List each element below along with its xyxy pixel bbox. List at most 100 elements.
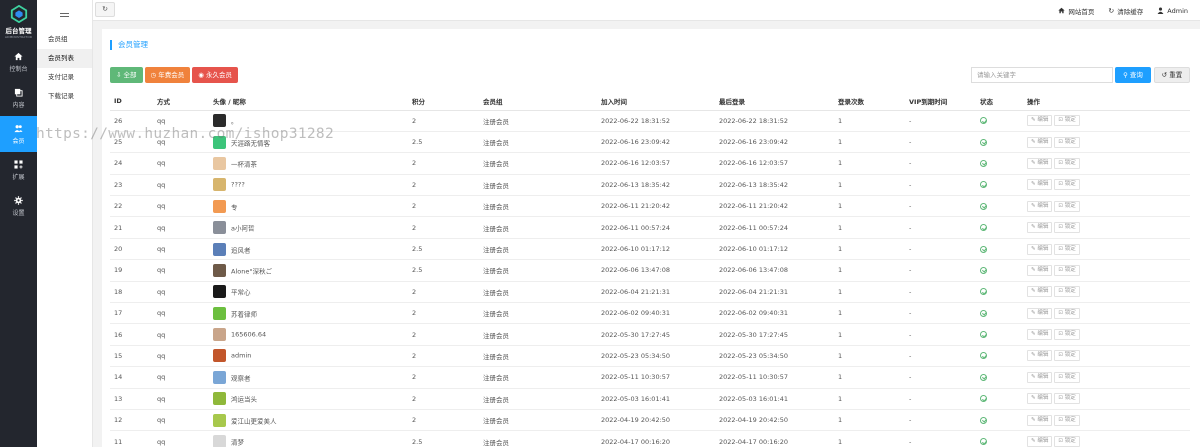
lock-button[interactable]: ⊡ 锁定 (1054, 157, 1080, 169)
avatar (213, 242, 226, 256)
lock-icon: ⊡ (1058, 416, 1063, 423)
lock-label: 锁定 (1064, 395, 1076, 402)
cell-points: 2 (408, 409, 479, 432)
edit-button[interactable]: ✎ 编辑 (1027, 393, 1053, 405)
lock-button[interactable]: ⊡ 锁定 (1054, 222, 1080, 234)
filter-annual-button[interactable]: ◷ 年费会员 (144, 67, 191, 83)
edit-label: 编辑 (1037, 266, 1049, 273)
edit-button[interactable]: ✎ 编辑 (1027, 329, 1053, 341)
edit-button[interactable]: ✎ 编辑 (1027, 371, 1053, 383)
pencil-icon: ✎ (1031, 181, 1036, 188)
lock-button[interactable]: ⊡ 锁定 (1054, 115, 1080, 127)
edit-button[interactable]: ✎ 编辑 (1027, 136, 1053, 148)
edit-button[interactable]: ✎ 编辑 (1027, 222, 1053, 234)
status-ok-icon (980, 117, 987, 125)
cell-nick: 165606.64 (231, 330, 267, 339)
rail-item-members[interactable]: 会员 (0, 116, 37, 152)
cell-last-login: 2022-05-03 16:01:41 (715, 388, 834, 410)
status-ok-icon (980, 309, 987, 317)
clear-cache-link[interactable]: ↻ 清除缓存 (1108, 6, 1143, 16)
edit-button[interactable]: ✎ 编辑 (1027, 200, 1053, 212)
cell-status (976, 345, 1023, 368)
cell-login-count: 1 (834, 409, 905, 432)
subnav-item-payment-records[interactable]: 支付记录 (37, 68, 92, 87)
cell-actions: ✎ 编辑 ⊡ 锁定 (1023, 323, 1190, 346)
filter-annual-label: 年费会员 (158, 71, 185, 79)
shield-icon: ◉ (198, 71, 204, 79)
subnav-item-member-groups[interactable]: 会员组 (37, 30, 92, 49)
avatar (213, 349, 226, 363)
cell-actions: ✎ 编辑 ⊡ 锁定 (1023, 302, 1190, 325)
lock-button[interactable]: ⊡ 锁定 (1054, 243, 1080, 255)
subnav-item-download-records[interactable]: 下载记录 (37, 87, 92, 106)
lock-button[interactable]: ⊡ 锁定 (1054, 436, 1080, 447)
lock-button[interactable]: ⊡ 锁定 (1054, 179, 1080, 191)
cell-login-count: 1 (834, 110, 905, 132)
edit-button[interactable]: ✎ 编辑 (1027, 115, 1053, 127)
edit-button[interactable]: ✎ 编辑 (1027, 264, 1053, 276)
rail-item-console[interactable]: 控制台 (0, 44, 37, 80)
edit-button[interactable]: ✎ 编辑 (1027, 414, 1053, 426)
cell-group: 注册会员 (479, 430, 597, 447)
refresh-button[interactable]: ↻ (95, 2, 115, 17)
rail-item-content[interactable]: 内容 (0, 80, 37, 116)
lock-button[interactable]: ⊡ 锁定 (1054, 286, 1080, 298)
rail-item-label: 设置 (12, 209, 25, 217)
edit-button[interactable]: ✎ 编辑 (1027, 307, 1053, 319)
edit-button[interactable]: ✎ 编辑 (1027, 243, 1053, 255)
cell-nick: 爱江山更爱美人 (231, 417, 277, 426)
edit-label: 编辑 (1037, 309, 1049, 316)
cell-vip-expiry: - (905, 216, 976, 239)
cell-points: 2 (408, 152, 479, 175)
lock-button[interactable]: ⊡ 锁定 (1054, 350, 1080, 362)
edit-button[interactable]: ✎ 编辑 (1027, 436, 1053, 447)
edit-button[interactable]: ✎ 编辑 (1027, 157, 1053, 169)
admin-menu[interactable]: Admin (1157, 7, 1188, 15)
edit-button[interactable]: ✎ 编辑 (1027, 179, 1053, 191)
cell-group: 注册会员 (479, 388, 597, 410)
site-home-link[interactable]: 网站首页 (1058, 6, 1094, 16)
filter-lifetime-button[interactable]: ◉ 永久会员 (192, 67, 239, 83)
filter-all-label: 全部 (123, 71, 137, 79)
cell-group: 注册会员 (479, 281, 597, 304)
lock-button[interactable]: ⊡ 锁定 (1054, 136, 1080, 148)
filter-all-button[interactable]: ⇩ 全部 (110, 67, 143, 83)
subnav-item-member-list[interactable]: 会员列表 (37, 49, 92, 68)
cell-group: 注册会员 (479, 110, 597, 132)
pencil-icon: ✎ (1031, 245, 1036, 252)
cell-last-login: 2022-06-02 09:40:31 (715, 302, 834, 325)
cell-points: 2 (408, 195, 479, 218)
lock-button[interactable]: ⊡ 锁定 (1054, 329, 1080, 341)
lock-button[interactable]: ⊡ 锁定 (1054, 200, 1080, 212)
lock-icon: ⊡ (1058, 331, 1063, 338)
cell-id: 12 (110, 409, 153, 432)
lock-button[interactable]: ⊡ 锁定 (1054, 371, 1080, 383)
cell-vip-expiry: - (905, 281, 976, 304)
menu-toggle[interactable] (37, 0, 92, 30)
cell-login-count: 1 (834, 281, 905, 304)
cell-last-login: 2022-06-11 00:57:24 (715, 216, 834, 239)
reset-button[interactable]: ↺ 重置 (1154, 67, 1190, 83)
rail-item-extend[interactable]: 扩展 (0, 152, 37, 188)
cell-nick: 追风者 (231, 246, 251, 255)
cell-actions: ✎ 编辑 ⊡ 锁定 (1023, 281, 1190, 304)
logo-icon (10, 5, 27, 23)
site-home-label: 网站首页 (1068, 7, 1095, 16)
lock-button[interactable]: ⊡ 锁定 (1054, 307, 1080, 319)
refresh-icon: ↻ (1108, 6, 1115, 15)
table-row: 12 qq 爱江山更爱美人 2 注册会员 2022-04-19 20:42:50 2022-… (110, 409, 1190, 432)
rail-item-settings[interactable]: 设置 (0, 188, 37, 224)
lock-button[interactable]: ⊡ 锁定 (1054, 264, 1080, 276)
lock-icon: ⊡ (1058, 309, 1063, 316)
cell-method: qq (153, 302, 209, 325)
cell-group: 注册会员 (479, 302, 597, 325)
cell-id: 14 (110, 366, 153, 389)
search-button[interactable]: ⚲ 查询 (1115, 67, 1151, 83)
search-input[interactable] (971, 67, 1113, 83)
search-button-label: 查询 (1129, 71, 1143, 79)
edit-button[interactable]: ✎ 编辑 (1027, 350, 1053, 362)
pencil-icon: ✎ (1031, 416, 1036, 423)
edit-button[interactable]: ✎ 编辑 (1027, 286, 1053, 298)
lock-button[interactable]: ⊡ 锁定 (1054, 414, 1080, 426)
lock-button[interactable]: ⊡ 锁定 (1054, 393, 1080, 405)
